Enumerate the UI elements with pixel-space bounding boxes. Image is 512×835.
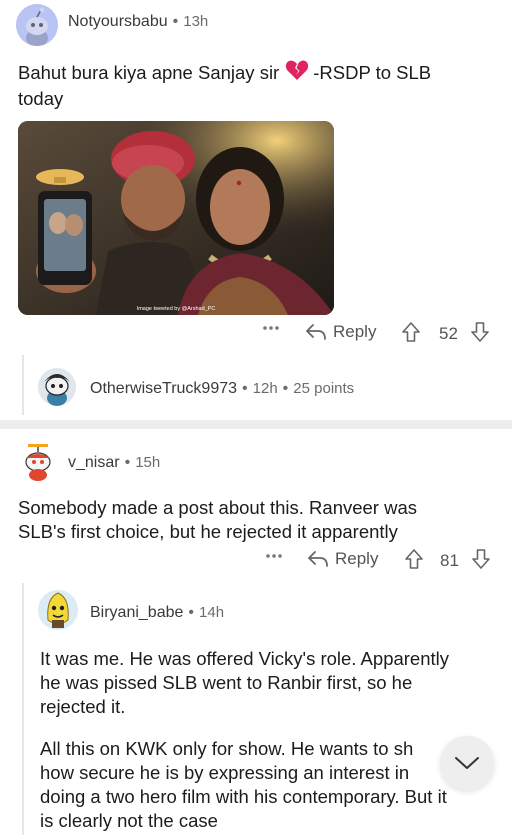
snoo-avatar-icon: [38, 368, 76, 406]
comment-username[interactable]: Biryani_babe: [90, 604, 183, 622]
more-dots-icon: [263, 326, 279, 330]
upvote-button[interactable]: [401, 321, 421, 343]
reply-button[interactable]: Reply: [307, 549, 378, 569]
more-options-button[interactable]: [265, 553, 283, 559]
comment-points: 25 points: [293, 380, 355, 397]
reply-arrow-icon: [306, 324, 326, 340]
downvote-arrow-icon: [471, 322, 489, 342]
comment-text-line: Bahut bura kiya apne Sanjay sir: [18, 62, 280, 83]
comment-text-line: It was me. He was offered Vicky's role. …: [40, 648, 450, 669]
reply-label: Reply: [333, 322, 377, 341]
snoo-avatar-icon: [16, 4, 58, 46]
comment-username[interactable]: OtherwiseTruck9973: [90, 380, 237, 398]
comment-text-line: how secure he is by expressing an intere…: [40, 762, 410, 783]
comment-body: Bahut bura kiya apne Sanjay sir -RSDP to…: [18, 59, 498, 111]
more-options-button[interactable]: [262, 325, 280, 331]
upvote-button[interactable]: [404, 548, 424, 570]
separator-dot: •: [124, 454, 131, 471]
comment-username[interactable]: v_nisar: [68, 454, 120, 472]
comment-image[interactable]: Image tweeted by @Arshad_PC: [18, 121, 334, 315]
more-dots-icon: [266, 554, 282, 558]
downvote-button[interactable]: [470, 321, 490, 343]
comment-text-line: doing a two hero film with his contempor…: [40, 786, 447, 807]
separator-dot: •: [172, 13, 179, 30]
comment-text-line: Somebody made a post about this. Ranveer…: [18, 497, 418, 518]
reply-arrow-icon: [308, 551, 328, 567]
avatar[interactable]: [16, 4, 58, 46]
downvote-arrow-icon: [472, 549, 490, 569]
comment-timestamp: 12h: [252, 380, 278, 397]
reply-button[interactable]: Reply: [305, 322, 376, 342]
vote-count: 81: [440, 551, 459, 570]
broken-heart-icon: [285, 59, 309, 87]
thread-line[interactable]: [22, 583, 24, 835]
reply-label: Reply: [335, 549, 379, 568]
comment-timestamp: 13h: [183, 13, 209, 30]
upvote-arrow-icon: [402, 322, 420, 342]
comment-text-line: SLB's first choice, but he rejected it a…: [18, 521, 398, 542]
comment-text-line: All this on KWK only for show. He wants …: [40, 738, 414, 759]
comment-username[interactable]: Notyoursbabu: [68, 13, 168, 31]
chevron-down-icon: [455, 757, 479, 769]
upvote-arrow-icon: [405, 549, 423, 569]
separator-dot: •: [188, 604, 195, 621]
downvote-button[interactable]: [471, 548, 491, 570]
thread-line[interactable]: [22, 355, 24, 415]
movie-still-image: [18, 121, 334, 315]
avatar[interactable]: [38, 590, 78, 630]
comment-text-line: rejected it.: [40, 696, 126, 717]
snoo-avatar-icon: [38, 590, 78, 630]
comment-divider: [0, 420, 512, 429]
comment-text-line: -RSDP to SLB: [313, 62, 432, 83]
comment-text-line: he was pissed SLB went to Ranbir first, …: [40, 672, 413, 693]
scroll-down-button[interactable]: [440, 736, 494, 790]
comment-text-line: today: [18, 88, 64, 109]
comment-body: Somebody made a post about this. Ranveer…: [18, 496, 508, 544]
comment-text-line: is clearly not the case: [40, 810, 218, 831]
avatar[interactable]: [38, 368, 76, 406]
comment-timestamp: 15h: [135, 454, 161, 471]
image-credit: Image tweeted by @Arshad_PC: [136, 306, 216, 312]
comment-body: It was me. He was offered Vicky's role. …: [40, 647, 505, 833]
comment-timestamp: 14h: [199, 604, 225, 621]
vote-count: 52: [439, 324, 458, 343]
separator-dot: •: [282, 380, 289, 397]
separator-dot: •: [242, 380, 248, 397]
comment-paragraph: All this on KWK only for show. He wants …: [40, 737, 505, 833]
comment-paragraph: It was me. He was offered Vicky's role. …: [40, 647, 505, 719]
snoo-avatar-icon: [16, 438, 60, 482]
avatar[interactable]: [16, 438, 60, 482]
